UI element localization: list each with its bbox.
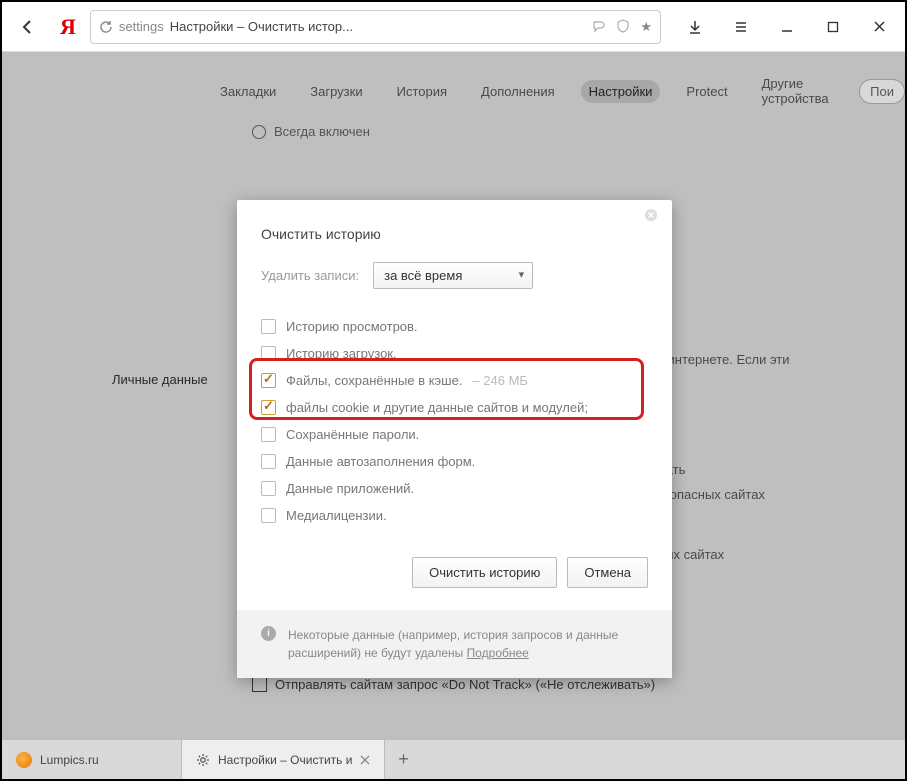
check-label: файлы cookie и другие данные сайтов и мо…: [286, 400, 588, 415]
checkbox-icon[interactable]: [261, 400, 276, 415]
cancel-button[interactable]: Отмена: [567, 557, 648, 588]
checkbox-icon[interactable]: [261, 481, 276, 496]
tab-bookmarks[interactable]: Закладки: [212, 80, 284, 103]
close-window-button[interactable]: [861, 11, 897, 43]
tab-settings[interactable]: Настройки: [581, 80, 661, 103]
bg-radio-row: Всегда включен: [2, 110, 905, 139]
bg-text-fragment: езопасных сайтах: [657, 487, 765, 502]
check-app-data[interactable]: Данные приложений.: [261, 475, 648, 502]
checkbox-icon[interactable]: [261, 427, 276, 442]
time-range-row: Удалить записи: за всё время: [261, 262, 648, 289]
dialog-close-button[interactable]: [644, 208, 664, 228]
check-label: Медиалицензии.: [286, 508, 387, 523]
checkbox-icon[interactable]: [261, 319, 276, 334]
footer-text: Некоторые данные (например, история запр…: [288, 626, 648, 662]
check-media-licenses[interactable]: Медиалицензии.: [261, 502, 648, 529]
dialog-button-row: Очистить историю Отмена: [237, 547, 672, 610]
learn-more-link[interactable]: Подробнее: [467, 646, 529, 660]
tab-close-icon[interactable]: [360, 755, 370, 765]
page-content-dimmed: Закладки Загрузки История Дополнения Нас…: [2, 52, 905, 739]
address-title: Настройки – Очистить истор...: [170, 19, 353, 34]
check-label: Историю загрузок.: [286, 346, 397, 361]
time-range-label: Удалить записи:: [261, 268, 359, 283]
speech-icon[interactable]: [592, 19, 606, 35]
bg-check-dnt[interactable]: Отправлять сайтам запрос «Do Not Track» …: [252, 677, 655, 692]
address-bar[interactable]: settings Настройки – Очистить истор... ★: [90, 10, 661, 44]
tab-history[interactable]: История: [389, 80, 455, 103]
back-button[interactable]: [10, 11, 46, 43]
check-saved-passwords[interactable]: Сохранённые пароли.: [261, 421, 648, 448]
check-label: Данные приложений.: [286, 481, 414, 496]
tab-downloads[interactable]: Загрузки: [302, 80, 370, 103]
check-label: Данные автозаполнения форм.: [286, 454, 475, 469]
dialog-footer-note: i Некоторые данные (например, история за…: [237, 610, 672, 678]
check-label: Сохранённые пароли.: [286, 427, 419, 442]
clear-history-dialog: Очистить историю Удалить записи: за всё …: [237, 200, 672, 678]
window-controls: [665, 11, 897, 43]
gear-icon: [196, 753, 210, 767]
check-download-history[interactable]: Историю загрузок.: [261, 340, 648, 367]
tab-label: Lumpics.ru: [40, 753, 99, 767]
check-cached-files[interactable]: Файлы, сохранённые в кэше. – 246 МБ: [261, 367, 648, 394]
section-heading-personal-data: Личные данные: [112, 372, 208, 387]
footer-text-content: Некоторые данные (например, история запр…: [288, 628, 618, 660]
settings-tabs: Закладки Загрузки История Дополнения Нас…: [2, 72, 905, 110]
address-icons: ★: [592, 19, 652, 35]
reload-icon[interactable]: [99, 20, 113, 34]
checkbox-icon[interactable]: [261, 454, 276, 469]
bg-radio-label: Всегда включен: [274, 124, 370, 139]
clear-options-list: Историю просмотров. Историю загрузок. Фа…: [261, 313, 648, 529]
info-icon: i: [261, 626, 276, 641]
clear-history-button[interactable]: Очистить историю: [412, 557, 557, 588]
checkbox-icon[interactable]: [261, 508, 276, 523]
bg-check-label: Отправлять сайтам запрос «Do Not Track» …: [275, 677, 655, 692]
address-path: settings: [119, 19, 164, 34]
site-favicon-icon: [16, 752, 32, 768]
menu-icon[interactable]: [723, 11, 759, 43]
check-browsing-history[interactable]: Историю просмотров.: [261, 313, 648, 340]
check-extra: – 246 МБ: [472, 373, 528, 388]
checkbox-icon[interactable]: [261, 346, 276, 361]
radio-icon[interactable]: [252, 125, 266, 139]
settings-search-input[interactable]: Пои: [859, 79, 905, 104]
browser-tab-settings[interactable]: Настройки – Очистить и: [182, 740, 385, 779]
bg-text-fragment: в интернете. Если эти: [657, 352, 790, 367]
tab-other-devices[interactable]: Другие устройства: [754, 72, 842, 110]
checkbox-icon[interactable]: [261, 373, 276, 388]
maximize-button[interactable]: [815, 11, 851, 43]
check-label: Историю просмотров.: [286, 319, 418, 334]
dialog-title: Очистить историю: [261, 226, 648, 242]
checkbox-icon[interactable]: [252, 677, 267, 692]
browser-tab-lumpics[interactable]: Lumpics.ru: [2, 740, 182, 779]
browser-toolbar: Я settings Настройки – Очистить истор...…: [2, 2, 905, 52]
check-autofill[interactable]: Данные автозаполнения форм.: [261, 448, 648, 475]
settings-page-bg: Закладки Загрузки История Дополнения Нас…: [2, 52, 905, 139]
time-range-select[interactable]: за всё время: [373, 262, 533, 289]
check-label: Файлы, сохранённые в кэше.: [286, 373, 462, 388]
bookmark-star-icon[interactable]: ★: [640, 19, 652, 35]
tab-addons[interactable]: Дополнения: [473, 80, 563, 103]
downloads-icon[interactable]: [677, 11, 713, 43]
tab-protect[interactable]: Protect: [678, 80, 735, 103]
tab-label: Настройки – Очистить и: [218, 753, 352, 767]
yandex-logo-icon[interactable]: Я: [50, 14, 86, 40]
check-cookies[interactable]: файлы cookie и другие данные сайтов и мо…: [261, 394, 648, 421]
minimize-button[interactable]: [769, 11, 805, 43]
shield-icon[interactable]: [616, 19, 630, 35]
browser-tab-bar: Lumpics.ru Настройки – Очистить и +: [2, 739, 905, 779]
new-tab-button[interactable]: +: [385, 740, 421, 779]
